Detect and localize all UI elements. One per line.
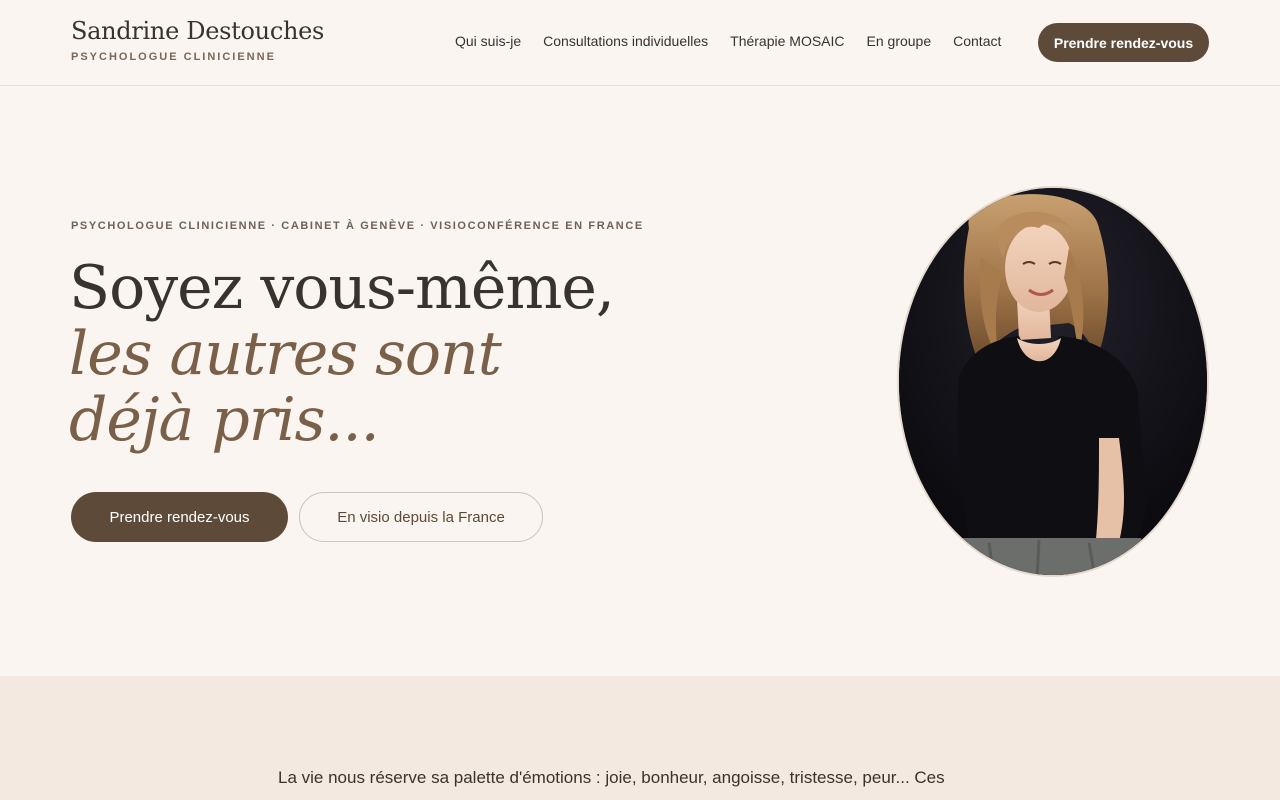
main-nav: Qui suis-je Consultations individuelles … [455, 32, 1023, 50]
intro-section: La vie nous réserve sa palette d'émotion… [0, 676, 1280, 800]
nav-link-consultations[interactable]: Consultations individuelles [543, 32, 708, 50]
portrait-photo [897, 186, 1209, 577]
hero-headline: Soyez vous-même, les autres sont déjà pr… [69, 255, 689, 453]
nav-link-en-groupe[interactable]: En groupe [867, 32, 932, 50]
nav-link-qui-suis-je[interactable]: Qui suis-je [455, 32, 521, 50]
brand-logo[interactable]: Sandrine Destouches PSYCHOLOGUE CLINICIE… [71, 17, 324, 63]
site-header: Sandrine Destouches PSYCHOLOGUE CLINICIE… [0, 0, 1280, 86]
visio-button[interactable]: En visio depuis la France [299, 492, 543, 542]
header-appointment-button[interactable]: Prendre rendez-vous [1038, 23, 1209, 62]
portrait-illustration [899, 188, 1207, 575]
intro-paragraph: La vie nous réserve sa palette d'émotion… [278, 768, 945, 787]
brand-name: Sandrine Destouches [71, 17, 325, 45]
hero-section: PSYCHOLOGUE CLINICIENNE · CABINET À GENÈ… [0, 87, 1280, 676]
appointment-button[interactable]: Prendre rendez-vous [71, 492, 288, 542]
nav-link-contact[interactable]: Contact [953, 32, 1001, 50]
headline-line-2: les autres sont déjà pris... [69, 319, 502, 455]
headline-line-1: Soyez vous-même, [69, 253, 615, 323]
nav-link-therapie-mosaic[interactable]: Thérapie MOSAIC [730, 32, 844, 50]
brand-subtitle: PSYCHOLOGUE CLINICIENNE [71, 51, 276, 63]
hero-eyebrow: PSYCHOLOGUE CLINICIENNE · CABINET À GENÈ… [71, 220, 644, 232]
